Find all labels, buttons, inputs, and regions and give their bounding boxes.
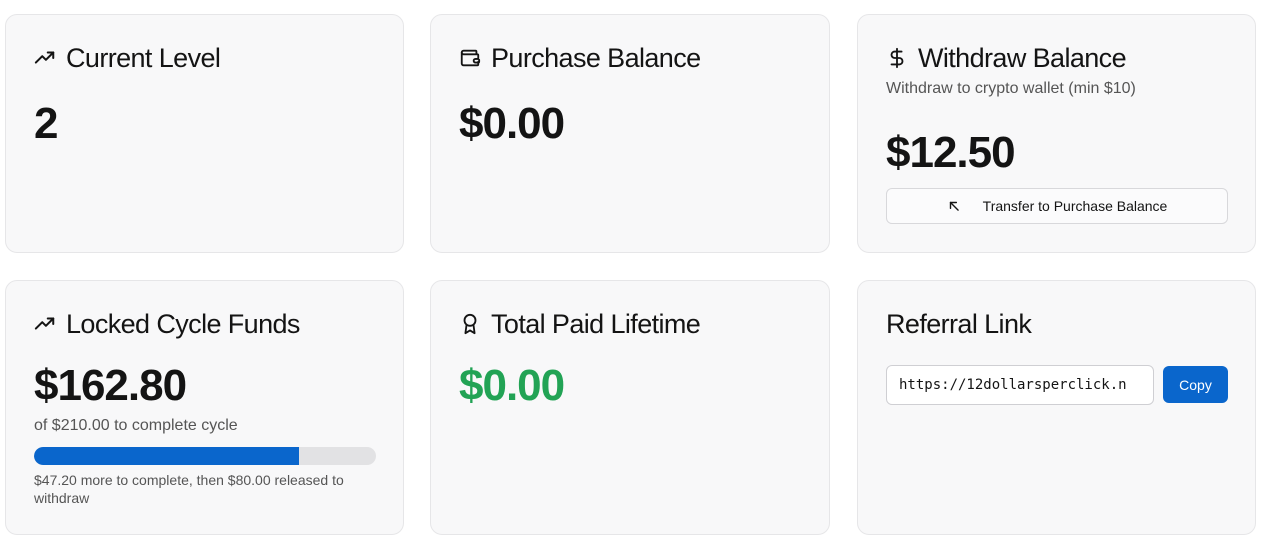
total-paid-lifetime-card: Total Paid Lifetime $0.00: [430, 280, 830, 535]
current-level-value: 2: [34, 99, 59, 148]
withdraw-subtitle: Withdraw to crypto wallet (min $10): [886, 80, 1136, 97]
copy-button[interactable]: Copy: [1163, 366, 1228, 403]
trending-up-icon: [34, 313, 56, 335]
total-paid-lifetime-label: Total Paid Lifetime: [491, 308, 701, 339]
referral-link-card: Referral Link Copy: [857, 280, 1256, 535]
locked-cycle-funds-title: Locked Cycle Funds: [34, 307, 300, 341]
withdraw-balance-title: Withdraw Balance: [886, 41, 1127, 75]
transfer-to-purchase-button[interactable]: Transfer to Purchase Balance: [886, 188, 1228, 224]
referral-link-title: Referral Link: [886, 307, 1032, 341]
locked-cycle-funds-value: $162.80: [34, 361, 187, 410]
referral-link-label: Referral Link: [886, 308, 1032, 339]
trending-up-icon: [34, 47, 56, 69]
total-paid-lifetime-title: Total Paid Lifetime: [459, 307, 701, 341]
cycle-progress-fill: [34, 447, 300, 465]
withdraw-balance-card: Withdraw Balance Withdraw to crypto wall…: [857, 14, 1256, 253]
wallet-icon: [459, 47, 481, 69]
current-level-title: Current Level: [34, 41, 221, 75]
award-icon: [459, 313, 481, 335]
cycle-progress-bar: [34, 447, 376, 465]
locked-cycle-funds-label: Locked Cycle Funds: [66, 308, 300, 339]
locked-cycle-funds-card: Locked Cycle Funds $162.80 of $210.00 to…: [5, 280, 404, 535]
cycle-target-text: of $210.00 to complete cycle: [34, 417, 238, 434]
cycle-progress-note: $47.20 more to complete, then $80.00 rel…: [34, 472, 344, 506]
current-level-label: Current Level: [66, 42, 221, 73]
total-paid-lifetime-value: $0.00: [459, 361, 565, 410]
withdraw-balance-label: Withdraw Balance: [918, 42, 1127, 73]
purchase-balance-title: Purchase Balance: [459, 41, 701, 75]
dollar-icon: [886, 47, 908, 69]
referral-link-input[interactable]: [886, 365, 1154, 405]
purchase-balance-card: Purchase Balance $0.00: [430, 14, 830, 253]
transfer-button-label: Transfer to Purchase Balance: [982, 198, 1168, 214]
current-level-card: Current Level 2: [5, 14, 404, 253]
purchase-balance-label: Purchase Balance: [491, 42, 701, 73]
withdraw-balance-value: $12.50: [886, 128, 1016, 177]
purchase-balance-value: $0.00: [459, 99, 565, 148]
arrow-up-left-icon: [947, 199, 961, 213]
